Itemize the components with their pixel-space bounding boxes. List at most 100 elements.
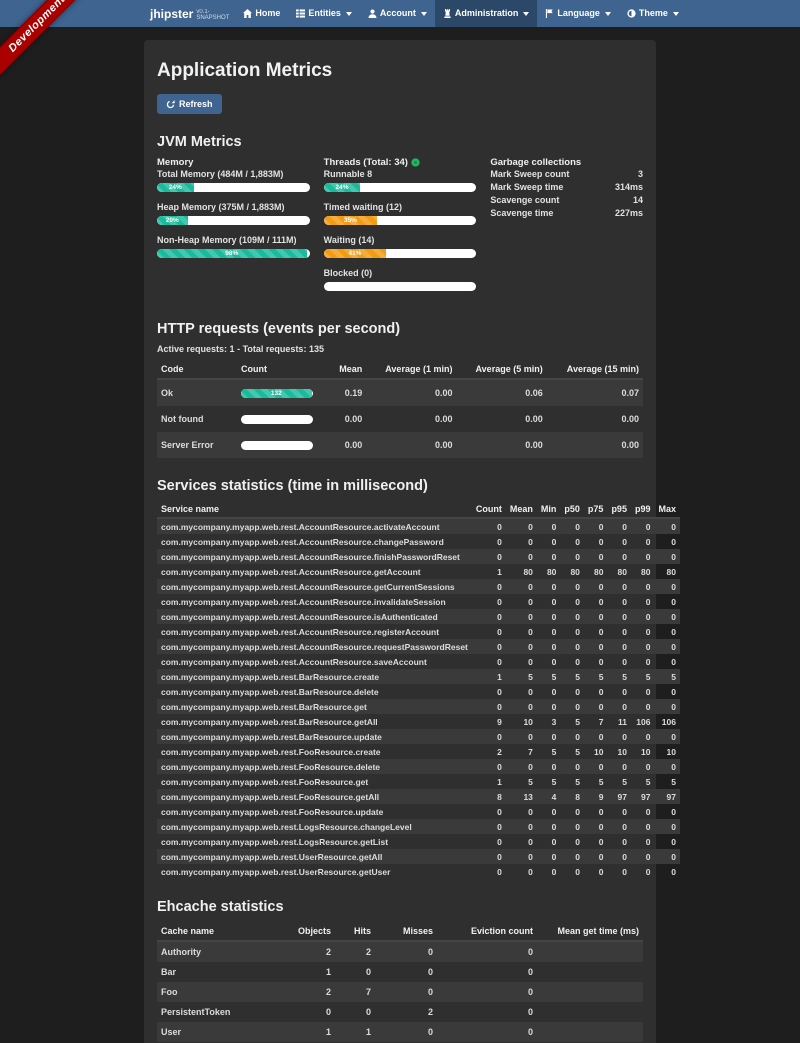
cell: 2 (287, 941, 335, 962)
thread-dump-eye-icon[interactable] (411, 158, 420, 167)
service-row: com.mycompany.myapp.web.rest.FooResource… (157, 789, 680, 804)
gc-value: 3 (638, 168, 643, 181)
cell: 97 (607, 789, 631, 804)
thread-bar-1-progressbar: 35% (324, 216, 477, 225)
cell: PersistentToken (157, 1002, 287, 1022)
http-count-1-progressbar (241, 415, 313, 424)
cell: 0 (607, 624, 631, 639)
cell: 0 (472, 609, 506, 624)
cell: 0 (584, 849, 608, 864)
cell: 0 (537, 699, 561, 714)
cell: 0 (537, 729, 561, 744)
nav-link-language[interactable]: Language (537, 0, 619, 27)
cell: 0 (654, 864, 680, 879)
memory-bar-1-progressbar: 20% (157, 216, 310, 225)
memory-bar-1-label: Heap Memory (375M / 1,883M) (157, 202, 310, 212)
cell: 0 (654, 594, 680, 609)
cell: 0 (584, 609, 608, 624)
cell: 0 (607, 639, 631, 654)
cell: 0 (584, 834, 608, 849)
cell: 5 (631, 669, 655, 684)
cell: 1 (287, 1022, 335, 1042)
service-row: com.mycompany.myapp.web.rest.AccountReso… (157, 579, 680, 594)
cell: com.mycompany.myapp.web.rest.BarResource… (157, 699, 472, 714)
service-row: com.mycompany.myapp.web.rest.UserResourc… (157, 864, 680, 879)
cell: 7 (335, 982, 375, 1002)
cell: 5 (560, 669, 584, 684)
column-header: Max (654, 501, 680, 518)
cell: 0 (654, 804, 680, 819)
nav-label: Home (255, 0, 280, 27)
cell: 0 (537, 609, 561, 624)
cell: 5 (506, 669, 537, 684)
thread-bar-0-progressbar: 24% (324, 183, 477, 192)
column-header: Count (472, 501, 506, 518)
cell: 0 (654, 639, 680, 654)
cell: 0 (560, 819, 584, 834)
nav-link-theme[interactable]: Theme (619, 0, 687, 27)
cell: 0 (654, 654, 680, 669)
nav-item-administration: Administration (435, 0, 538, 27)
gc-row: Mark Sweep time314ms (490, 181, 643, 194)
memory-bar-0-progressbar: 24% (157, 183, 310, 192)
nav-item-language: Language (537, 0, 619, 27)
brand-link[interactable]: jhipster v0.1-SNAPSHOT (144, 0, 235, 27)
cell: 5 (607, 774, 631, 789)
cell: 2 (375, 1002, 437, 1022)
column-header: Objects (287, 922, 335, 941)
http-requests-table: CodeCountMeanAverage (1 min)Average (5 m… (157, 360, 643, 458)
cell: 1 (472, 564, 506, 579)
cell: 106 (654, 714, 680, 729)
cell: 0 (607, 654, 631, 669)
cell: 0 (584, 579, 608, 594)
nav-label: Administration (455, 0, 519, 27)
cell: com.mycompany.myapp.web.rest.AccountReso… (157, 654, 472, 669)
nav-link-home[interactable]: Home (235, 0, 288, 27)
thread-bar-3-progressbar (324, 282, 477, 291)
service-row: com.mycompany.myapp.web.rest.LogsResourc… (157, 834, 680, 849)
cell: 0 (584, 759, 608, 774)
refresh-button[interactable]: Refresh (157, 94, 222, 114)
service-row: com.mycompany.myapp.web.rest.AccountReso… (157, 534, 680, 549)
nav-link-administration[interactable]: Administration (435, 0, 538, 27)
cell: 0 (560, 699, 584, 714)
summary-separator: - (237, 344, 240, 354)
cell: 0 (472, 639, 506, 654)
caret-down-icon (346, 12, 352, 16)
cell: 0 (631, 594, 655, 609)
nav-menu: Home EntitiesAccount Administration Languag… (235, 0, 687, 27)
cell: 0 (654, 579, 680, 594)
cell: 5 (631, 774, 655, 789)
cell: 0 (506, 834, 537, 849)
nav-link-account[interactable]: Account (360, 0, 435, 27)
cell: 0 (375, 1022, 437, 1042)
cell: 0 (654, 759, 680, 774)
jvm-metrics-heading: JVM Metrics (157, 134, 643, 150)
cell: Server Error (157, 432, 237, 458)
cell: 132 (237, 379, 329, 406)
thread-bar-0-progress-fill: 24% (324, 183, 361, 192)
cell: com.mycompany.myapp.web.rest.FooResource… (157, 804, 472, 819)
nav-link-entities[interactable]: Entities (288, 0, 360, 27)
cell (537, 962, 643, 982)
gc-value: 227ms (615, 207, 643, 220)
cell: 0 (654, 729, 680, 744)
cell: 0 (472, 804, 506, 819)
memory-bar-0-progress-fill: 24% (157, 183, 194, 192)
threads-column: Threads (Total: 34) Runnable 824%Timed w… (324, 157, 477, 301)
service-row: com.mycompany.myapp.web.rest.LogsResourc… (157, 819, 680, 834)
cell: com.mycompany.myapp.web.rest.AccountReso… (157, 564, 472, 579)
cell: 5 (560, 714, 584, 729)
cell: Foo (157, 982, 287, 1002)
cell: 0 (560, 624, 584, 639)
cell: 0 (506, 549, 537, 564)
cell: com.mycompany.myapp.web.rest.FooResource… (157, 774, 472, 789)
cell: 0.00 (329, 432, 366, 458)
service-row: com.mycompany.myapp.web.rest.FooResource… (157, 804, 680, 819)
cell: com.mycompany.myapp.web.rest.AccountReso… (157, 534, 472, 549)
gc-label: Mark Sweep count (490, 168, 569, 181)
cell: 0 (506, 849, 537, 864)
cell: 0 (560, 729, 584, 744)
service-row: com.mycompany.myapp.web.rest.BarResource… (157, 669, 680, 684)
cell: 0 (654, 624, 680, 639)
